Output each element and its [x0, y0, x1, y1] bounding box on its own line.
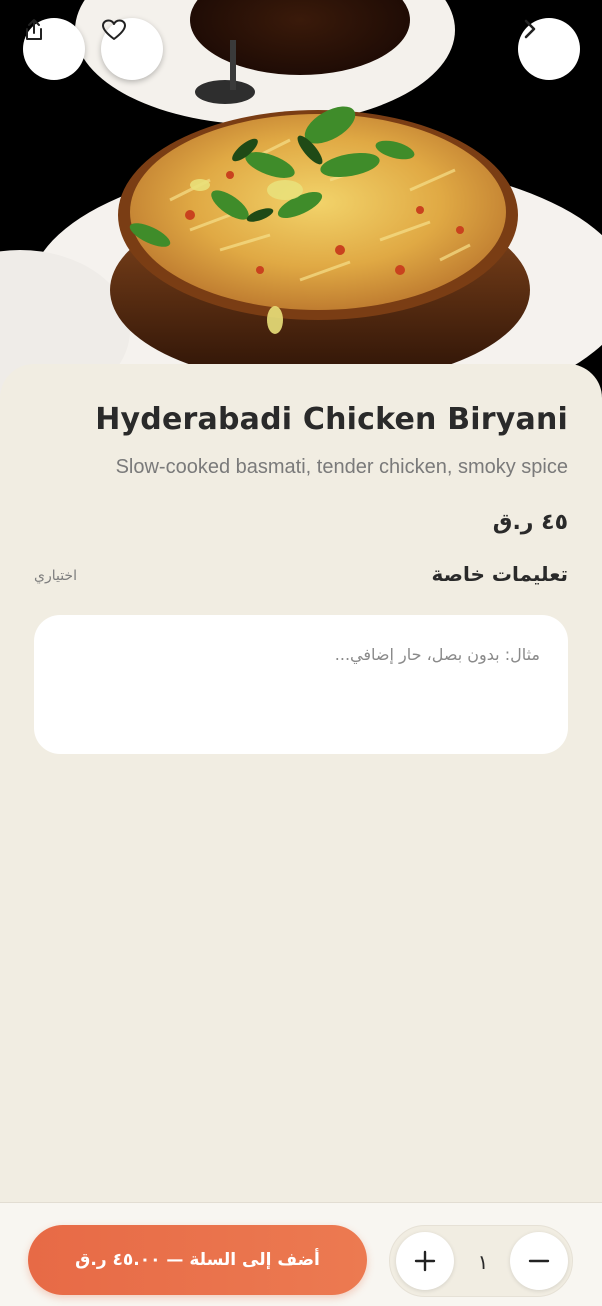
- plus-icon: [414, 1250, 436, 1272]
- bottom-action-bar: أضف إلى السلة — ٤٥.٠٠ ر.ق ١: [0, 1202, 602, 1306]
- decrease-quantity-button[interactable]: [510, 1232, 568, 1290]
- heart-icon: [102, 19, 126, 40]
- dish-price: ٤٥ ر.ق: [492, 510, 568, 535]
- quantity-stepper: ١: [389, 1225, 573, 1297]
- next-button[interactable]: [518, 18, 580, 80]
- share-icon: [26, 19, 42, 40]
- add-to-cart-button[interactable]: أضف إلى السلة — ٤٥.٠٠ ر.ق: [28, 1225, 367, 1295]
- item-detail-screen: Hyderabadi Chicken Biryani Slow-cooked b…: [0, 0, 602, 1306]
- favorite-button[interactable]: [101, 18, 163, 80]
- minus-icon: [528, 1259, 550, 1263]
- increase-quantity-button[interactable]: [396, 1232, 454, 1290]
- biryani-image: [0, 0, 602, 400]
- dish-title: Hyderabadi Chicken Biryani: [95, 402, 568, 437]
- dish-photo: [0, 0, 602, 400]
- special-instructions-input[interactable]: [34, 615, 568, 754]
- details-sheet: Hyderabadi Chicken Biryani Slow-cooked b…: [0, 364, 602, 1204]
- special-instructions-label: تعليمات خاصة: [431, 562, 568, 586]
- quantity-value: ١: [477, 1250, 489, 1274]
- share-button[interactable]: [23, 18, 85, 80]
- optional-label: اختياري: [34, 568, 77, 584]
- chevron-right-icon: [524, 19, 536, 39]
- dish-description: Slow-cooked basmati, tender chicken, smo…: [115, 456, 568, 478]
